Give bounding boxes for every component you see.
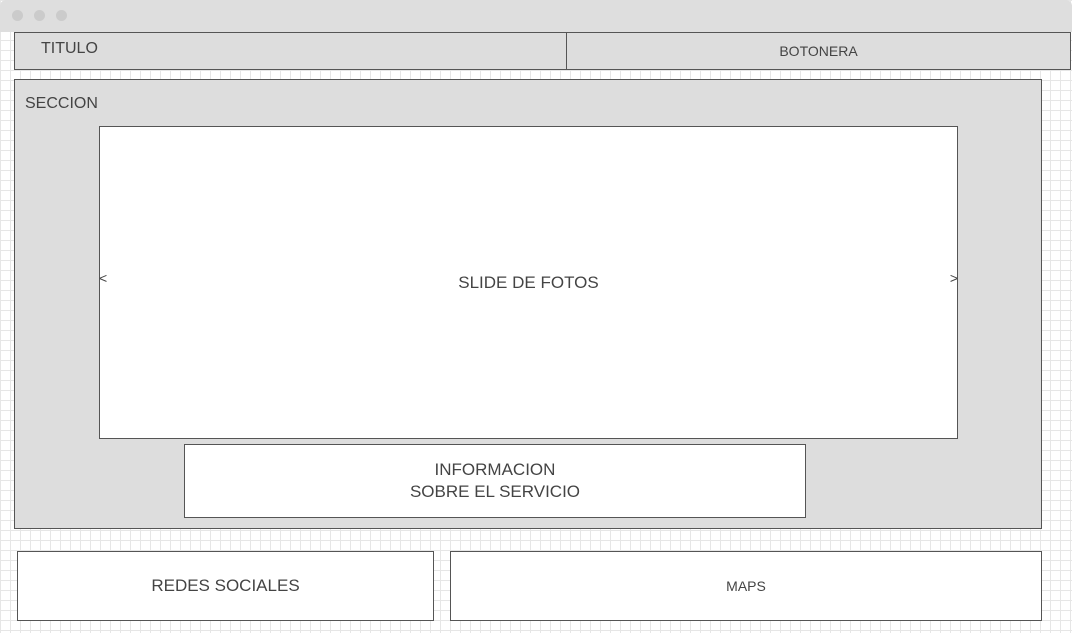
maximize-dot-icon[interactable]: [56, 10, 67, 21]
social-networks-block[interactable]: REDES SOCIALES: [17, 551, 434, 621]
photo-slider-label: SLIDE DE FOTOS: [458, 272, 599, 292]
photo-slider[interactable]: < SLIDE DE FOTOS >: [99, 126, 958, 439]
window-titlebar: [0, 0, 1072, 32]
slider-prev-button[interactable]: <: [99, 271, 107, 285]
header-title-block: TITULO: [14, 32, 567, 70]
button-bar[interactable]: BOTONERA: [566, 32, 1071, 70]
close-dot-icon[interactable]: [12, 10, 23, 21]
service-info-block: INFORMACION SOBRE EL SERVICIO: [184, 444, 806, 518]
minimize-dot-icon[interactable]: [34, 10, 45, 21]
service-info-text: INFORMACION SOBRE EL SERVICIO: [410, 459, 580, 503]
page-title: TITULO: [41, 40, 98, 57]
social-networks-label: REDES SOCIALES: [151, 576, 300, 595]
button-bar-label: BOTONERA: [779, 43, 858, 59]
service-info-line-2: SOBRE EL SERVICIO: [409, 482, 581, 501]
maps-label: MAPS: [726, 578, 766, 594]
service-info-line-1: INFORMACION: [434, 460, 556, 479]
slider-next-button[interactable]: >: [950, 271, 958, 285]
maps-block[interactable]: MAPS: [450, 551, 1042, 621]
section-label: SECCION: [25, 95, 98, 112]
